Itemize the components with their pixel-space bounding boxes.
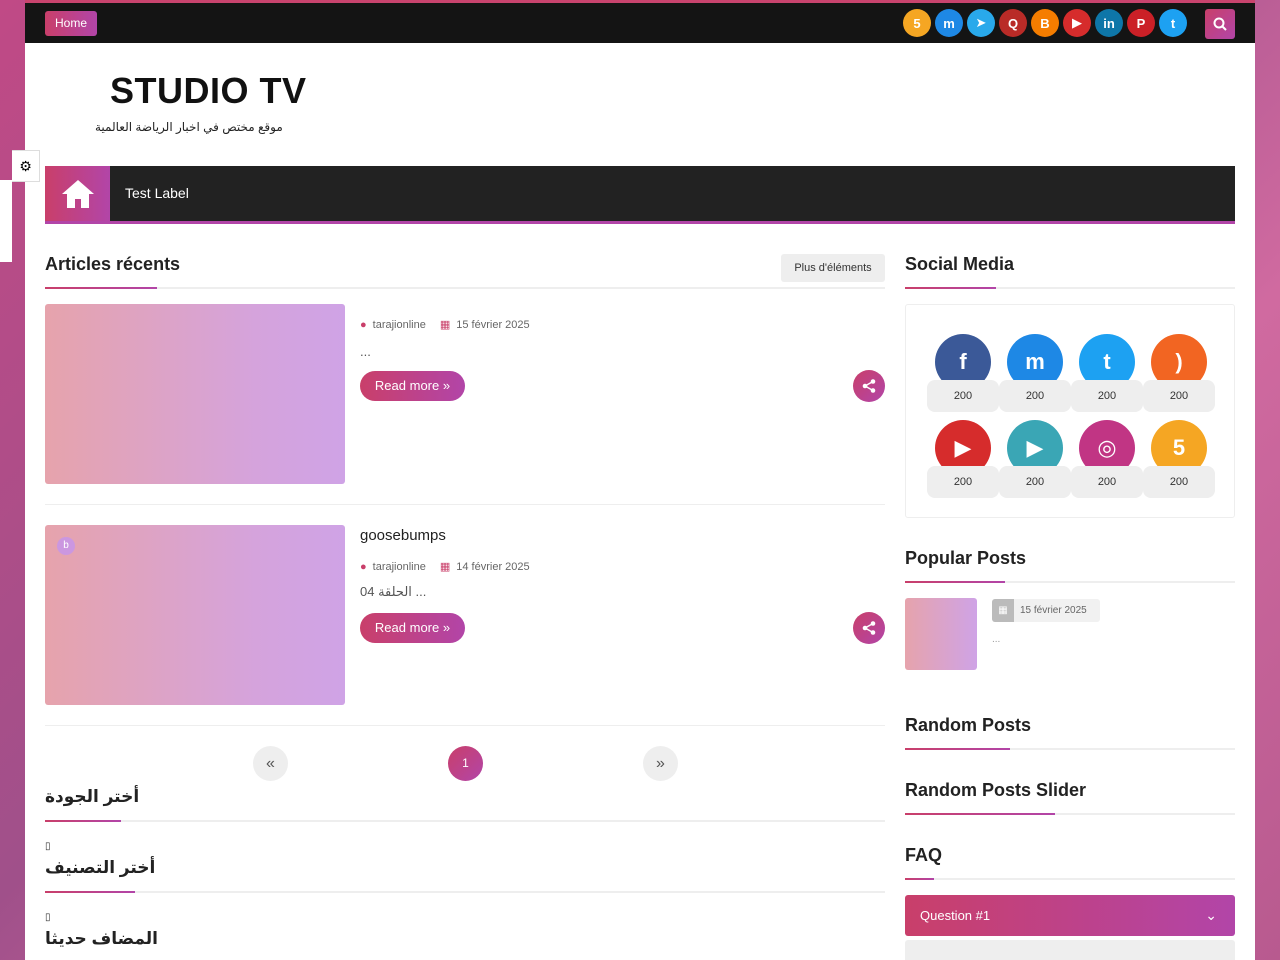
section-underline — [45, 891, 885, 893]
blogger-icon[interactable]: B — [1031, 9, 1059, 37]
thumbnail-badge: b — [57, 537, 75, 555]
main-nav: Test Label — [45, 166, 1235, 224]
calendar-icon: ▦ — [992, 599, 1014, 622]
post-author[interactable]: tarajionline — [373, 319, 426, 331]
social-count: 200 — [999, 466, 1071, 498]
post-thumbnail[interactable]: b — [45, 525, 345, 705]
pinterest-icon[interactable]: P — [1127, 9, 1155, 37]
social-count: 200 — [999, 380, 1071, 412]
home-button[interactable]: Home — [45, 11, 98, 36]
popular-post-snippet: ... — [992, 634, 1001, 645]
recent-added-section-title: المضاف حديثا — [45, 929, 158, 948]
recent-articles-title: Articles récents — [45, 254, 181, 274]
calendar-icon: ▦ — [439, 319, 451, 331]
linkedin-icon[interactable]: in — [1095, 9, 1123, 37]
post-meta: ● tarajionline ▦ 14 février 2025 — [360, 560, 530, 574]
quality-section-title: أختر الجودة — [45, 787, 140, 806]
popular-post-date: ▦ 15 février 2025 — [992, 599, 1100, 622]
social-media-item[interactable]: ◎ 200 — [1071, 420, 1143, 500]
social-count: 200 — [927, 466, 999, 498]
read-more-button[interactable]: Read more » — [360, 371, 465, 401]
post-snippet: الحلقة 04 ... — [360, 584, 427, 599]
five-icon[interactable]: 5 — [903, 9, 931, 37]
popular-posts-title: Popular Posts — [905, 548, 1027, 568]
settings-gear-icon[interactable]: ⚙ — [12, 150, 40, 182]
post-divider — [45, 504, 885, 505]
calendar-icon: ▦ — [439, 561, 451, 573]
share-icon — [862, 379, 876, 393]
social-media-item[interactable]: ) 200 — [1143, 334, 1215, 414]
placeholder-box-icon: ▯ — [45, 841, 51, 852]
pagination-next-button[interactable]: » — [643, 746, 678, 781]
share-button[interactable] — [853, 370, 885, 402]
more-items-button[interactable]: Plus d'éléments — [781, 254, 885, 282]
post-date: 15 février 2025 — [456, 318, 530, 331]
post-title[interactable]: goosebumps — [360, 527, 446, 544]
social-media-item[interactable]: ▶ 200 — [927, 420, 999, 500]
section-underline — [905, 287, 1235, 289]
section-underline — [45, 287, 885, 289]
section-underline — [905, 581, 1235, 583]
post-divider — [45, 725, 885, 726]
random-posts-slider-title: Random Posts Slider — [905, 780, 1087, 800]
pagination-current-page[interactable]: 1 — [448, 746, 483, 781]
popular-post-date-text: 15 février 2025 — [1020, 605, 1087, 616]
faq-question-text: Question #1 — [920, 908, 991, 923]
chevron-down-icon: ⌄ — [1205, 907, 1217, 923]
section-underline — [905, 878, 1235, 880]
social-count: 200 — [1143, 466, 1215, 498]
social-media-item[interactable]: 5 200 — [1143, 420, 1215, 500]
section-underline — [45, 820, 885, 822]
post-meta: ● tarajionline ▦ 15 février 2025 — [360, 318, 530, 332]
social-media-title: Social Media — [905, 254, 1015, 274]
section-underline — [905, 813, 1235, 815]
social-media-item[interactable]: t 200 — [1071, 334, 1143, 414]
page-container: Home 5 m ➤ Q B ▶ in Pt STUDIO TV موقع مختص في ا… — [25, 0, 1255, 960]
search-icon — [1213, 17, 1227, 31]
youtube-icon[interactable]: ▶ — [1063, 9, 1091, 37]
social-count: 200 — [1143, 380, 1215, 412]
placeholder-box-icon: ▯ — [45, 912, 51, 923]
popular-post-thumbnail[interactable] — [905, 598, 977, 670]
telegram-icon[interactable]: ➤ — [967, 9, 995, 37]
social-media-item[interactable]: ▶ 200 — [999, 420, 1071, 500]
nav-item-test-label[interactable]: Test Label — [125, 185, 189, 201]
social-count: 200 — [1071, 466, 1143, 498]
side-strip — [0, 180, 12, 262]
random-posts-title: Random Posts — [905, 715, 1032, 735]
twitter-icon[interactable]: t — [1159, 9, 1187, 37]
messenger-icon[interactable]: m — [935, 9, 963, 37]
post-author[interactable]: tarajionline — [373, 561, 426, 573]
site-title[interactable]: STUDIO TV — [110, 70, 307, 112]
read-more-button[interactable]: Read more » — [360, 613, 465, 643]
category-section-title: أختر التصنيف — [45, 858, 156, 877]
pagination-prev-button[interactable]: « — [253, 746, 288, 781]
nav-home-button[interactable] — [45, 166, 110, 221]
social-media-item[interactable]: m 200 — [999, 334, 1071, 414]
faq-answer-panel — [905, 940, 1235, 960]
author-icon: ● — [360, 318, 367, 331]
social-media-widget: f 200 m 200 t 200) 200 ▶ 200 ▶ 200 ◎ 200 5 200 — [905, 304, 1235, 518]
top-social-icons: 5 m ➤ Q B ▶ in Pt — [903, 9, 1187, 37]
faq-title: FAQ — [905, 845, 943, 865]
social-count: 200 — [1071, 380, 1143, 412]
post-date: 14 février 2025 — [456, 560, 530, 573]
home-icon — [61, 179, 94, 208]
author-icon: ● — [360, 560, 367, 573]
top-bar: Home 5 m ➤ Q B ▶ in Pt — [25, 0, 1255, 43]
section-underline — [905, 748, 1235, 750]
share-button[interactable] — [853, 612, 885, 644]
site-description: موقع مختص في اخبار الرياضة العالمية — [95, 120, 283, 134]
share-icon — [862, 621, 876, 635]
faq-question-toggle[interactable]: Question #1 ⌄ — [905, 895, 1235, 936]
post-snippet: ... — [360, 344, 371, 359]
quora-icon[interactable]: Q — [999, 9, 1027, 37]
social-count: 200 — [927, 380, 999, 412]
search-button[interactable] — [1205, 9, 1235, 39]
social-media-item[interactable]: f 200 — [927, 334, 999, 414]
post-thumbnail[interactable] — [45, 304, 345, 484]
